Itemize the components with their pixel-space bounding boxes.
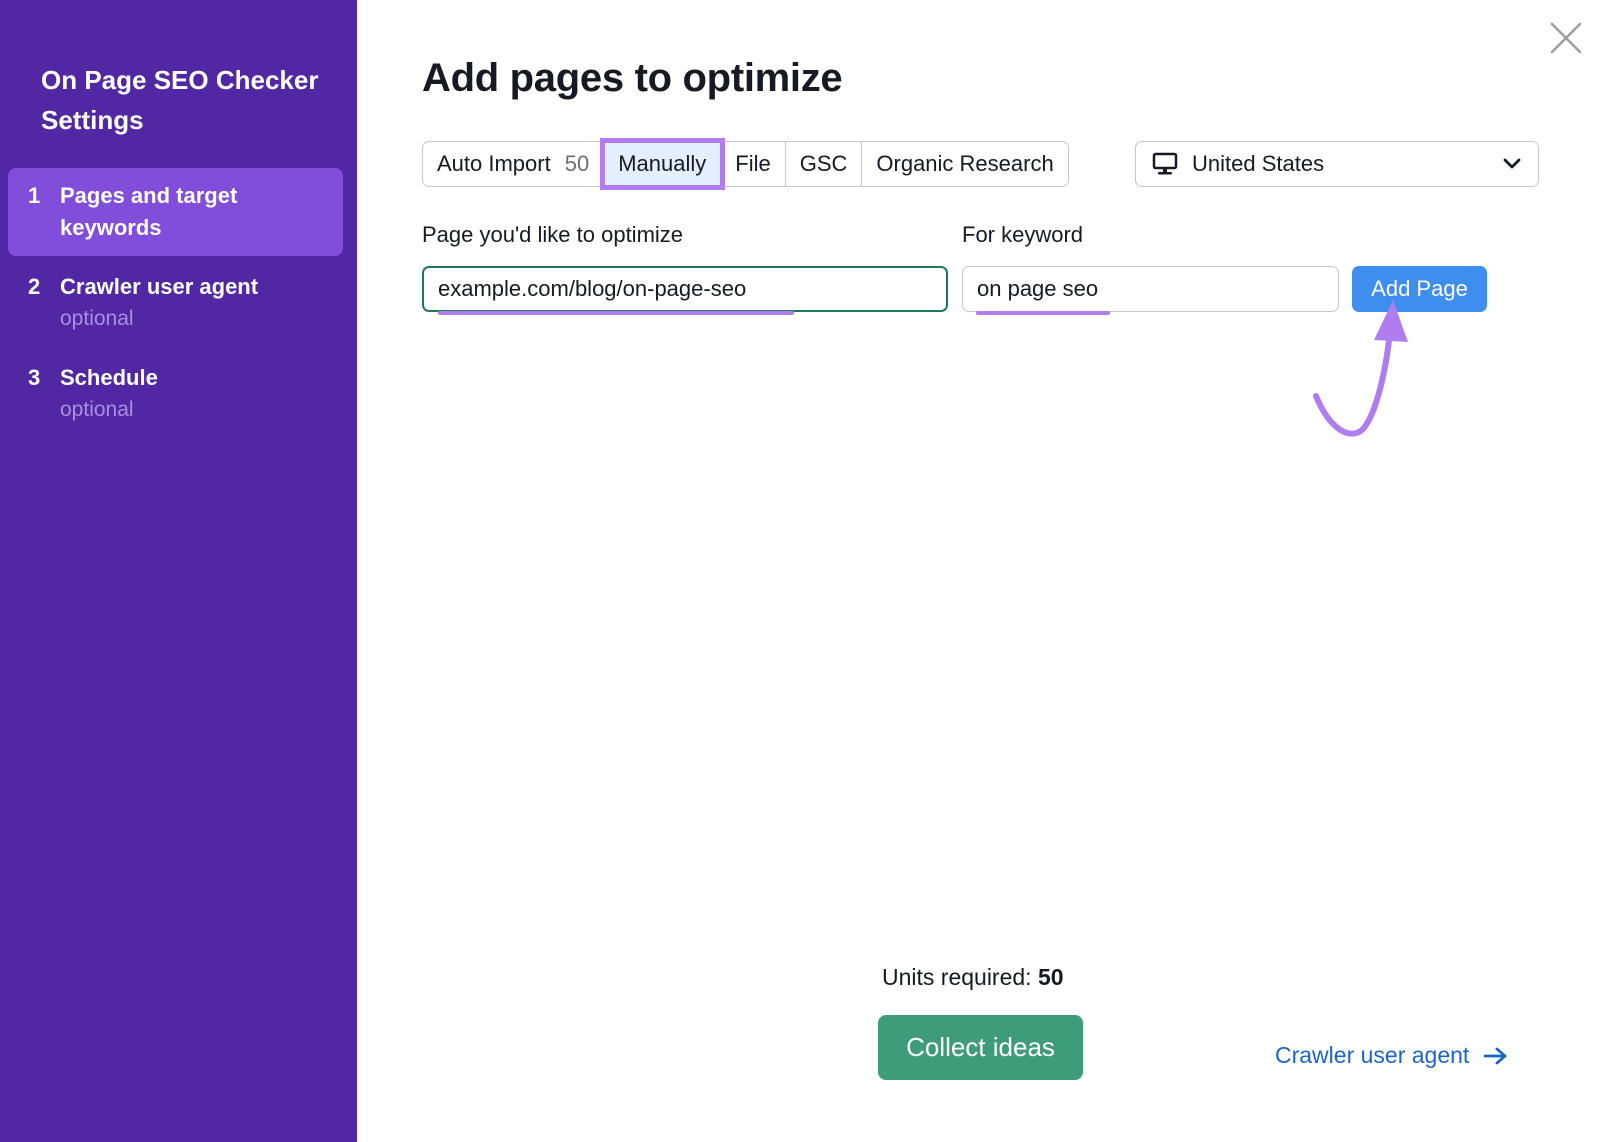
next-step-link[interactable]: Crawler user agent: [1275, 1042, 1509, 1069]
keyword-input[interactable]: [962, 266, 1339, 312]
sidebar-title: On Page SEO Checker Settings: [41, 65, 319, 135]
settings-sidebar: On Page SEO Checker Settings 1 Pages and…: [0, 0, 357, 1142]
close-icon: [1550, 22, 1582, 54]
next-step-label: Crawler user agent: [1275, 1042, 1470, 1068]
tab-auto-import[interactable]: Auto Import 50: [423, 142, 605, 186]
step-label: Pages and target keywords: [60, 183, 238, 240]
units-label: Units required:: [882, 964, 1032, 990]
highlight-underline: [976, 311, 1110, 315]
step-crawler-user-agent[interactable]: 2 Crawler user agent optional: [8, 259, 343, 347]
tab-manually[interactable]: Manually: [600, 138, 726, 190]
tab-label: GSC: [799, 151, 848, 176]
step-pages-and-keywords[interactable]: 1 Pages and target keywords: [8, 168, 343, 256]
step-schedule[interactable]: 3 Schedule optional: [8, 350, 343, 438]
step-number: 2: [28, 274, 41, 299]
import-method-tabs: Auto Import 50 Manually File GSC Organic…: [422, 138, 1069, 190]
arrow-right-icon: [1483, 1047, 1507, 1064]
collect-ideas-button[interactable]: Collect ideas: [878, 1015, 1083, 1080]
step-label: Schedule: [60, 365, 158, 390]
highlight-underline: [438, 311, 794, 315]
chevron-down-icon: [1503, 158, 1521, 169]
close-button[interactable]: [1548, 20, 1584, 56]
location-value: United States: [1192, 151, 1325, 176]
tab-label: Organic Research: [876, 151, 1054, 176]
tab-label: Auto Import: [437, 151, 551, 176]
keyword-field-label: For keyword: [962, 222, 1084, 247]
step-optional-label: optional: [60, 398, 134, 421]
monitor-icon: [1152, 152, 1178, 175]
step-number: 1: [28, 183, 41, 208]
step-optional-label: optional: [60, 307, 134, 330]
tab-label: Manually: [618, 151, 707, 176]
units-required: Units required: 50: [882, 964, 1064, 991]
step-number: 3: [28, 365, 41, 390]
step-label: Crawler user agent: [60, 274, 259, 299]
tab-count: 50: [564, 151, 590, 176]
page-field-label: Page you'd like to optimize: [422, 222, 684, 247]
tab-gsc[interactable]: GSC: [786, 142, 863, 186]
page-title: Add pages to optimize: [422, 56, 843, 100]
annotation-arrow-icon: [1313, 300, 1408, 437]
tab-organic-research[interactable]: Organic Research: [862, 142, 1067, 186]
units-value: 50: [1037, 964, 1064, 990]
tab-file[interactable]: File: [721, 142, 786, 186]
page-url-input[interactable]: [422, 266, 948, 312]
tab-label: File: [735, 151, 771, 176]
location-select[interactable]: United States: [1135, 141, 1539, 187]
